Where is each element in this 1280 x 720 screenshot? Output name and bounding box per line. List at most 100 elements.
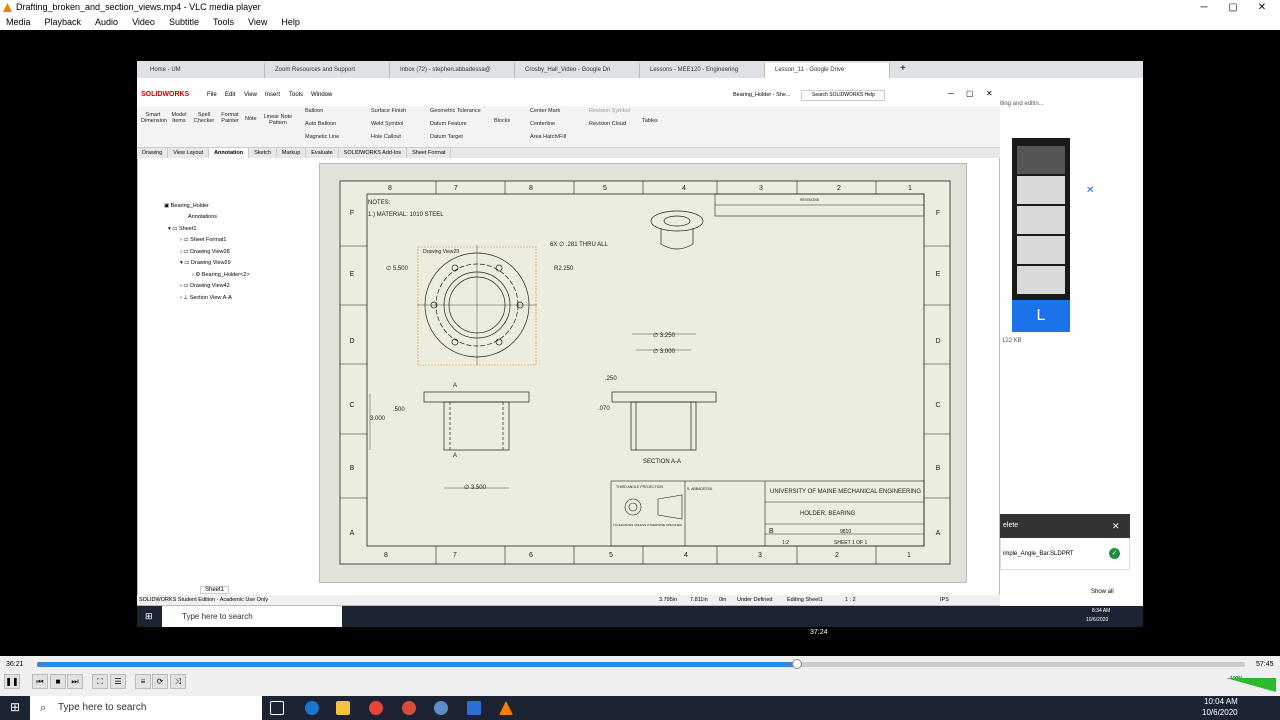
maximize-button[interactable]: ▢ <box>966 89 974 98</box>
menu-edit[interactable]: Edit <box>225 92 235 98</box>
tree-item-sheet-format1[interactable]: › ▭ Sheet Format1 <box>180 235 226 246</box>
revision-cloud-button[interactable]: Revision Cloud <box>589 121 626 127</box>
area-hatch-button[interactable]: Area Hatch/Fill <box>530 134 566 140</box>
volume-slider[interactable] <box>1226 678 1276 692</box>
tree-item-annotations[interactable]: Annotations <box>188 212 217 223</box>
centerline-button[interactable]: Centerline <box>530 121 555 127</box>
extended-settings-button[interactable]: ☰ <box>110 674 126 689</box>
magnetic-line-button[interactable]: Magnetic Line <box>305 134 339 140</box>
tab-home[interactable]: Home - UM <box>140 63 265 78</box>
coord-x: 3.795in <box>659 597 678 603</box>
datum-feature-button[interactable]: Datum Feature <box>430 121 467 127</box>
tree-item-drawing-view42[interactable]: › ▭ Drawing View42 <box>180 281 230 292</box>
model-items-button[interactable]: Model Items <box>169 112 189 124</box>
surface-finish-button[interactable]: Surface Finish <box>371 108 406 114</box>
tab-crosby[interactable]: Crosby_Hall_Video - Google Dri <box>515 63 640 78</box>
file-explorer-icon[interactable] <box>336 701 350 715</box>
menu-insert[interactable]: Insert <box>265 92 280 98</box>
minimize-button[interactable]: ─ <box>1190 0 1218 15</box>
windows-start-icon[interactable]: ⊞ <box>145 611 153 622</box>
blocks-button[interactable]: Blocks <box>494 118 510 124</box>
close-button[interactable]: ✕ <box>1248 0 1276 15</box>
close-icon[interactable]: ✕ <box>1086 185 1094 196</box>
playlist-button[interactable]: ≡ <box>135 674 151 689</box>
tab-markup[interactable]: Markup <box>277 148 307 158</box>
minimize-button[interactable]: ─ <box>948 89 954 98</box>
tables-button[interactable]: Tables <box>642 118 658 124</box>
zoom-icon[interactable] <box>467 701 481 715</box>
tab-view-layout[interactable]: View Layout <box>168 148 210 158</box>
units-status[interactable]: IPS <box>940 595 949 605</box>
menu-view[interactable]: View <box>244 92 257 98</box>
tab-addins[interactable]: SOLIDWORKS Add-Ins <box>339 148 408 158</box>
chrome-icon[interactable] <box>369 701 383 715</box>
menu-media[interactable]: Media <box>6 15 31 30</box>
revision-symbol-button[interactable]: Revision Symbol <box>589 108 630 114</box>
tab-drawing[interactable]: Drawing <box>137 148 169 158</box>
menu-file[interactable]: File <box>207 92 217 98</box>
menu-tools[interactable]: Tools <box>213 15 234 30</box>
tab-lesson11[interactable]: Lesson_11 - Google Drive <box>765 63 890 78</box>
format-painter-button[interactable]: Format Painter <box>219 112 241 124</box>
datum-target-button[interactable]: Datum Target <box>430 134 463 140</box>
menu-playback[interactable]: Playback <box>45 15 82 30</box>
menu-audio[interactable]: Audio <box>95 15 118 30</box>
seek-handle[interactable] <box>792 659 802 669</box>
tree-item-drawing-view29[interactable]: ▾ ▭ Drawing View29 <box>180 258 231 269</box>
tree-item-drawing-view28[interactable]: › ▭ Drawing View28 <box>180 247 230 258</box>
tab-evaluate[interactable]: Evaluate <box>306 148 339 158</box>
chrome-profile-icon[interactable] <box>402 701 416 715</box>
tree-item-section-view[interactable]: › ⊥ Section View A-A <box>180 293 232 304</box>
new-tab-button[interactable]: + <box>900 63 906 74</box>
spell-checker-button[interactable]: Spell Checker <box>193 112 215 124</box>
menu-help[interactable]: Help <box>281 15 300 30</box>
menu-window[interactable]: Window <box>311 92 332 98</box>
tab-sketch[interactable]: Sketch <box>249 148 277 158</box>
pause-button[interactable]: ❚❚ <box>4 674 20 689</box>
menu-subtitle[interactable]: Subtitle <box>169 15 199 30</box>
taskbar-search-box[interactable]: ⌕ Type here to search <box>30 696 262 720</box>
help-search-input[interactable]: Search SOLIDWORKS Help <box>801 90 885 101</box>
close-button[interactable]: ✕ <box>986 89 993 98</box>
center-mark-button[interactable]: Center Mark <box>530 108 560 114</box>
menu-view[interactable]: View <box>248 15 267 30</box>
hole-callout-button[interactable]: Hole Callout <box>371 134 401 140</box>
tab-sheet-format[interactable]: Sheet Format <box>407 148 452 158</box>
smart-dimension-button[interactable]: Smart Dimension <box>141 112 167 124</box>
tree-item-sheet1[interactable]: ▾ ▭ Sheet1 <box>168 224 196 235</box>
auto-balloon-button[interactable]: Auto Balloon <box>305 121 336 127</box>
tab-lessons[interactable]: Lessons - MEE120 - Engineering <box>640 63 765 78</box>
next-button[interactable]: ⏭ <box>67 674 83 689</box>
maximize-button[interactable]: ▢ <box>1219 0 1247 15</box>
app-icon[interactable] <box>434 701 448 715</box>
note-button[interactable]: Note <box>245 116 257 122</box>
show-all-link[interactable]: Show all <box>1091 589 1114 595</box>
download-filename[interactable]: imple_Angle_Bar.SLDPRT <box>1003 551 1074 557</box>
linear-note-pattern-button[interactable]: Linear Note Pattern <box>263 114 293 126</box>
fullscreen-button[interactable]: ⛶ <box>92 674 108 689</box>
tree-item-bearing-holder[interactable]: ▣ Bearing_Holder <box>164 201 209 212</box>
stop-button[interactable]: ■ <box>50 674 66 689</box>
radius-dim: R2.250 <box>554 266 574 272</box>
inner-search-box[interactable]: Type here to search <box>162 606 342 627</box>
previous-button[interactable]: ⏮ <box>32 674 48 689</box>
task-view-icon[interactable] <box>270 701 284 715</box>
close-icon[interactable]: ✕ <box>1112 514 1120 538</box>
tab-inbox[interactable]: Inbox (72) - stephen.abbadessa@ <box>390 63 515 78</box>
loop-button[interactable]: ⟳ <box>152 674 168 689</box>
tree-item-bearing-holder2[interactable]: › ⚙ Bearing_Holder<2> <box>192 270 250 281</box>
drawing-canvas[interactable]: 8 7 8 5 4 3 2 1 8 7 6 5 4 3 2 1 F E D C B A F E D C B A NOTES: 1… <box>319 163 967 583</box>
balloon-button[interactable]: Balloon <box>305 108 323 114</box>
zone-col-bot-5: 4 <box>684 552 688 559</box>
weld-symbol-button[interactable]: Weld Symbol <box>371 121 403 127</box>
edge-icon[interactable] <box>305 701 319 715</box>
menu-tools[interactable]: Tools <box>289 92 303 98</box>
sheet-tab[interactable]: Sheet1 <box>200 586 230 594</box>
scale-status[interactable]: 1 : 2 <box>845 595 856 605</box>
tab-zoom[interactable]: Zoom Resources and Support <box>265 63 390 78</box>
menu-video[interactable]: Video <box>132 15 155 30</box>
tab-annotation[interactable]: Annotation <box>209 148 250 158</box>
windows-start-icon[interactable]: ⊞ <box>10 700 20 714</box>
geometric-tolerance-button[interactable]: Geometric Tolerance <box>430 108 481 114</box>
shuffle-button[interactable]: ⤨ <box>170 674 186 689</box>
